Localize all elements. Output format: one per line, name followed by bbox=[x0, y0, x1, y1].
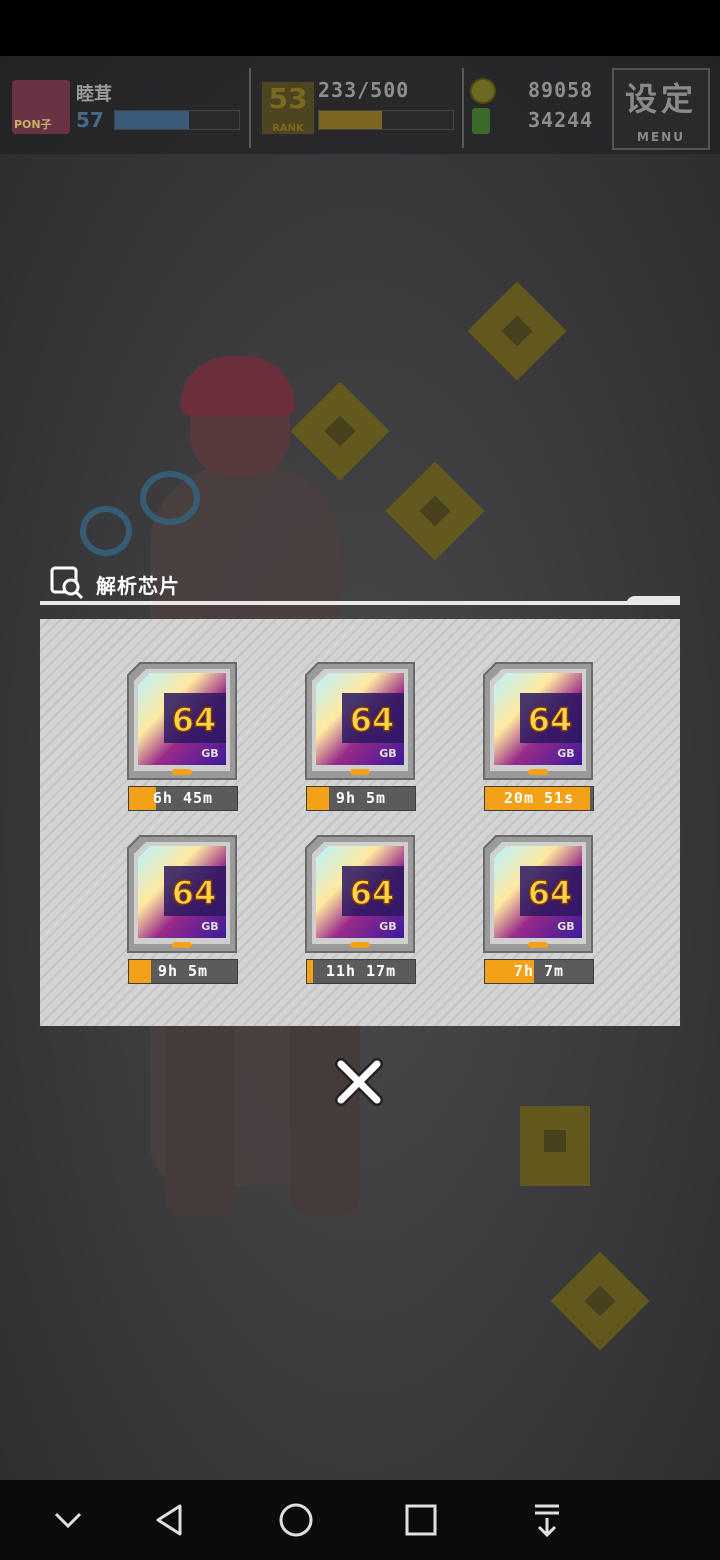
chip-timer-bar: 11h 17m bbox=[306, 959, 416, 984]
analyze-chip-icon bbox=[50, 566, 84, 600]
memory-chip-icon: 64 GB bbox=[127, 662, 237, 780]
coin-icon bbox=[470, 78, 496, 104]
chip-unit: GB bbox=[379, 920, 396, 933]
chip-capacity: 64 bbox=[528, 701, 573, 739]
chip-item[interactable]: 64 GB 9h 5m bbox=[126, 834, 238, 986]
rank-badge: 53 RANK bbox=[260, 80, 316, 136]
chip-timer-bar: 6h 45m bbox=[128, 786, 238, 811]
chip-unit: GB bbox=[201, 920, 218, 933]
chip-timer-text: 9h 5m bbox=[157, 962, 209, 980]
bg-diamond-decoration bbox=[550, 1251, 650, 1351]
goggle-ring bbox=[140, 471, 200, 525]
chip-timer-text: 9h 5m bbox=[335, 789, 387, 807]
chip-panel: 64 GB 6h 45m 64 GB 9h 5m 64 GB 20m 51s 64 GB 9h 5m 6… bbox=[40, 619, 680, 1026]
goggle-ring bbox=[80, 506, 132, 556]
memory-chip-icon: 64 GB bbox=[127, 835, 237, 953]
coin-count: 89058 bbox=[528, 78, 594, 102]
system-nav-bar bbox=[0, 1480, 720, 1560]
level-progress-bar bbox=[114, 110, 240, 130]
menu-sublabel: MENU bbox=[637, 130, 685, 144]
dialog-title: 解析芯片 bbox=[96, 574, 180, 598]
chip-item[interactable]: 64 GB 6h 45m bbox=[126, 661, 238, 813]
chip-unit: GB bbox=[379, 747, 396, 760]
chip-item[interactable]: 64 GB 11h 17m bbox=[304, 834, 416, 986]
chevron-down-icon[interactable] bbox=[48, 1500, 88, 1540]
chip-timer-bar: 7h 7m bbox=[484, 959, 594, 984]
stamina-progress-bar bbox=[318, 110, 454, 130]
memory-chip-icon: 64 GB bbox=[483, 835, 593, 953]
character-hair bbox=[180, 356, 295, 416]
bg-diamond-decoration bbox=[385, 461, 485, 561]
chip-timer-bar: 20m 51s bbox=[484, 786, 594, 811]
recents-icon[interactable] bbox=[401, 1500, 441, 1540]
chip-item[interactable]: 64 GB 20m 51s bbox=[482, 661, 594, 813]
close-icon[interactable] bbox=[333, 1056, 385, 1108]
chip-capacity: 64 bbox=[350, 701, 395, 739]
chip-capacity: 64 bbox=[528, 874, 573, 912]
title-divider bbox=[40, 601, 680, 605]
bg-diamond-decoration bbox=[467, 281, 567, 381]
chip-item[interactable]: 64 GB 7h 7m bbox=[482, 834, 594, 986]
back-icon[interactable] bbox=[150, 1500, 190, 1540]
chip-timer-text: 6h 45m bbox=[152, 789, 214, 807]
hud-divider bbox=[462, 68, 464, 148]
chip-unit: GB bbox=[201, 747, 218, 760]
status-bar bbox=[0, 0, 720, 56]
avatar-tag: PON子 bbox=[14, 118, 52, 131]
top-hud: PON子 睦茸 57 53 RANK 233/500 89058 34244 设… bbox=[0, 56, 720, 154]
memory-chip-icon: 64 GB bbox=[305, 835, 415, 953]
hud-divider bbox=[249, 68, 251, 148]
chip-unit: GB bbox=[557, 920, 574, 933]
gem-icon bbox=[472, 108, 490, 134]
home-icon[interactable] bbox=[276, 1500, 316, 1540]
chip-timer-text: 11h 17m bbox=[325, 962, 397, 980]
rank-label: RANK bbox=[272, 123, 304, 134]
bg-diamond-decoration bbox=[520, 1106, 590, 1186]
memory-chip-icon: 64 GB bbox=[305, 662, 415, 780]
title-notch bbox=[626, 596, 680, 605]
download-icon[interactable] bbox=[527, 1500, 567, 1540]
rank-number: 53 bbox=[268, 82, 308, 115]
chip-unit: GB bbox=[557, 747, 574, 760]
chip-item[interactable]: 64 GB 9h 5m bbox=[304, 661, 416, 813]
chip-capacity: 64 bbox=[172, 701, 217, 739]
chip-timer-bar: 9h 5m bbox=[128, 959, 238, 984]
gem-count: 34244 bbox=[528, 108, 594, 132]
memory-chip-icon: 64 GB bbox=[483, 662, 593, 780]
chip-timer-text: 20m 51s bbox=[503, 789, 575, 807]
chip-timer-bar: 9h 5m bbox=[306, 786, 416, 811]
menu-label: 设定 bbox=[624, 80, 697, 118]
stamina-value: 233/500 bbox=[318, 78, 410, 102]
chip-capacity: 64 bbox=[350, 874, 395, 912]
bg-diamond-decoration bbox=[290, 381, 390, 481]
menu-button[interactable]: 设定 MENU bbox=[612, 68, 710, 150]
player-name: 睦茸 bbox=[76, 84, 112, 105]
chip-capacity: 64 bbox=[172, 874, 217, 912]
player-level: 57 bbox=[76, 108, 104, 132]
chip-timer-text: 7h 7m bbox=[513, 962, 565, 980]
player-avatar[interactable]: PON子 bbox=[12, 80, 70, 134]
